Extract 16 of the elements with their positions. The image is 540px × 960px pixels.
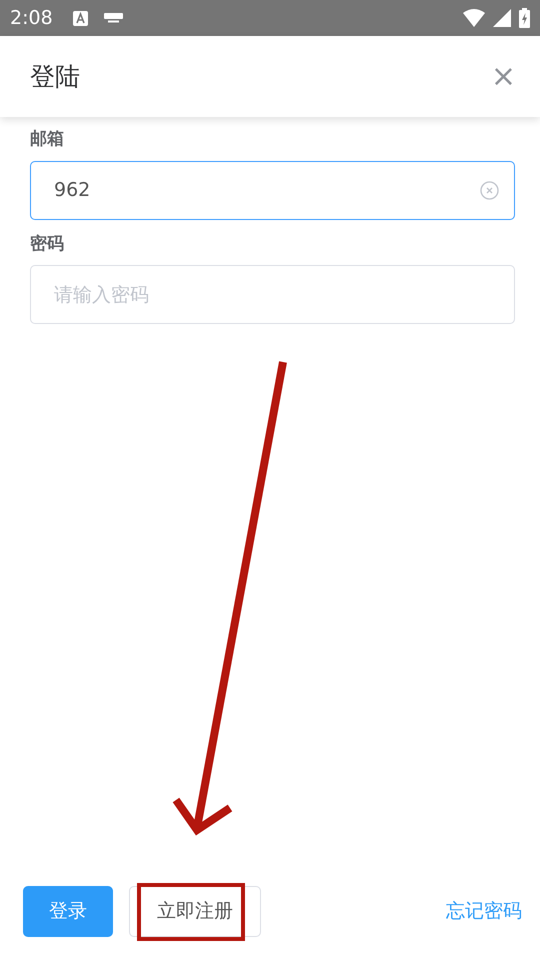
- field-label: 密码: [30, 232, 65, 256]
- close-button[interactable]: ×: [490, 62, 516, 92]
- battery-icon: [519, 8, 530, 28]
- keyboard-icon: [104, 13, 123, 23]
- wifi-icon: [463, 9, 485, 27]
- forgot-password-link[interactable]: 忘记密码: [446, 897, 522, 926]
- register-button[interactable]: 立即注册: [129, 886, 261, 937]
- input-field[interactable]: 请输入密码: [30, 265, 515, 324]
- input-field[interactable]: 962: [30, 160, 515, 220]
- clear-icon[interactable]: [480, 180, 499, 200]
- field-label: 邮箱: [30, 128, 65, 151]
- signal-icon: [493, 9, 511, 27]
- status-time: 2:08: [10, 6, 53, 31]
- keyboard-letter-icon: [72, 10, 88, 26]
- dialog-title: 登陆: [30, 60, 80, 93]
- login-button[interactable]: 登录: [23, 886, 113, 937]
